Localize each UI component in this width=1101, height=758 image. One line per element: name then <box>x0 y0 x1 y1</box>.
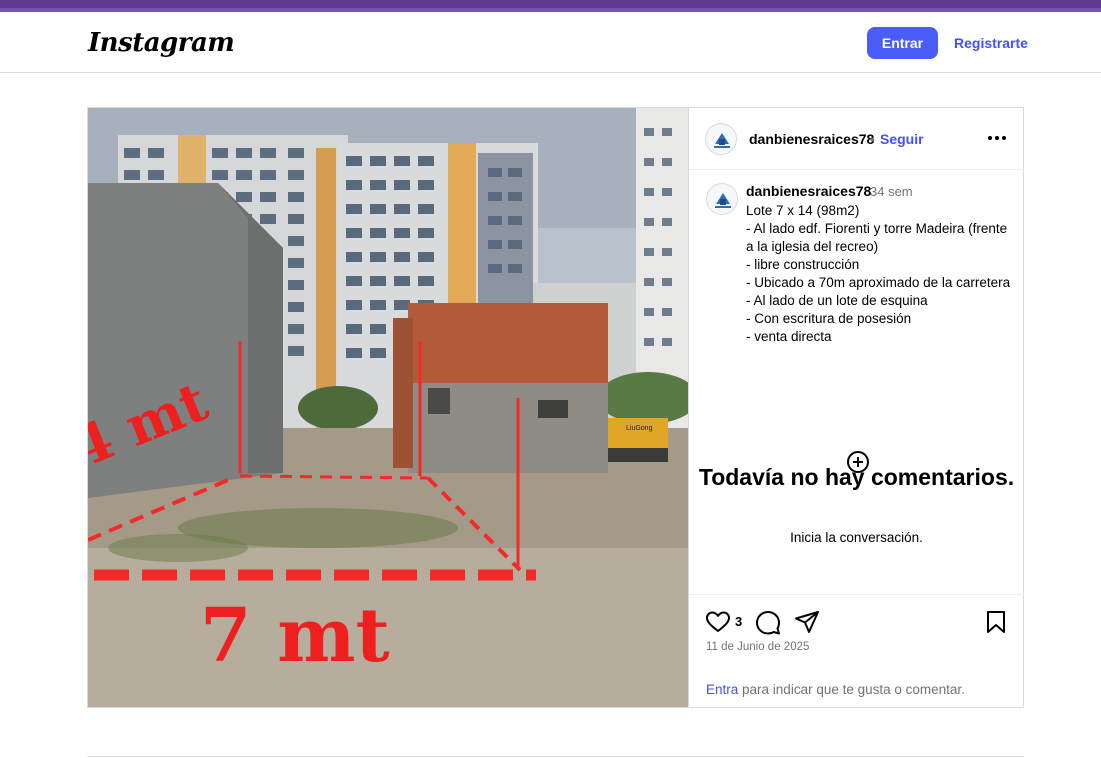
caption-text: Lote 7 x 14 (98m2) - Al lado edf. Fioren… <box>746 202 1016 346</box>
follow-button[interactable]: Seguir <box>880 131 924 147</box>
caption-line: Lote 7 x 14 (98m2) <box>746 203 860 218</box>
post-date[interactable]: 11 de Junio de 2025 <box>706 641 809 653</box>
post-image[interactable]: LiuGong 4 mt 7 mt <box>88 108 688 707</box>
comment-bubble-icon[interactable] <box>755 609 781 635</box>
post-actions: 3 11 de Junio de 2025 Entra para indicar… <box>689 594 1024 707</box>
post-header: danbienesraices78 • Seguir <box>689 108 1024 170</box>
bottom-measure-label: 7 mt <box>200 593 390 679</box>
post-card: LiuGong 4 mt 7 mt danbienesraices78 • Se… <box>87 107 1024 708</box>
send-icon[interactable] <box>794 609 820 635</box>
bookmark-icon[interactable] <box>983 609 1009 635</box>
login-prompt: Entra para indicar que te gusta o coment… <box>706 682 965 697</box>
instagram-logo[interactable]: Instagram <box>88 28 235 58</box>
heart-icon[interactable] <box>705 609 731 635</box>
login-prompt-link[interactable]: Entra <box>706 682 738 697</box>
caption-line: - libre construcción <box>746 257 860 272</box>
author-username[interactable]: danbienesraices78 <box>749 131 874 147</box>
separator-dot: • <box>870 131 875 147</box>
like-count[interactable]: 3 <box>735 614 742 629</box>
caption-line: - Ubicado a 70m aproximado de la carrete… <box>746 275 1011 290</box>
caption-line: - Con escritura de posesión <box>746 311 912 326</box>
post-sidebar: danbienesraices78 • Seguir danbienesraic… <box>688 108 1024 707</box>
caption-time[interactable]: 34 sem <box>870 184 913 199</box>
site-header: Instagram Entrar Registrarte <box>0 12 1101 73</box>
caption-username[interactable]: danbienesraices78 <box>746 183 871 199</box>
footer-divider <box>87 756 1024 757</box>
excavator-brand-text: LiuGong <box>626 425 653 432</box>
caption-line: - venta directa <box>746 329 832 344</box>
caption-line: - Al lado edf. Fiorenti y torre Madeira … <box>746 221 1008 254</box>
caption-line: - Al lado de un lote de esquina <box>746 293 928 308</box>
login-prompt-text: para indicar que te gusta o comentar. <box>738 682 965 697</box>
caption-avatar[interactable] <box>706 183 738 215</box>
more-horizontal-icon[interactable] <box>985 128 1009 148</box>
login-button[interactable]: Entrar <box>867 27 938 59</box>
register-link[interactable]: Registrarte <box>954 35 1028 51</box>
no-comments-subtitle: Inicia la conversación. <box>790 530 923 545</box>
top-accent-bar <box>0 0 1101 12</box>
caption-area: danbienesraices78 34 sem Lote 7 x 14 (98… <box>689 170 1024 594</box>
author-avatar[interactable] <box>705 123 737 155</box>
no-comments-title: Todavía no hay comentarios. <box>698 464 1015 490</box>
